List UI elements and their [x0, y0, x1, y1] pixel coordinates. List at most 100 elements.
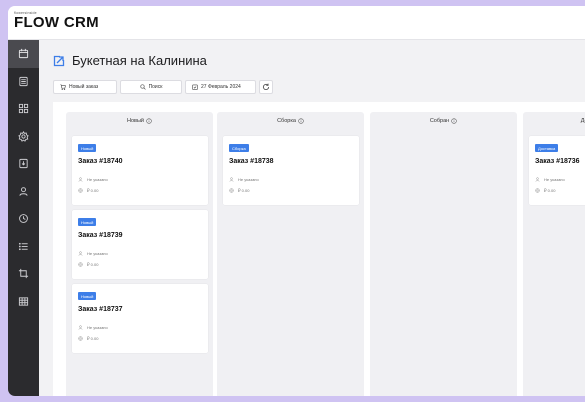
coin-icon: [78, 336, 83, 341]
crop-icon: [18, 269, 29, 279]
table-icon: [18, 297, 29, 306]
column-header: Собран: [370, 112, 517, 130]
customer-name: Не указано: [87, 325, 108, 330]
status-badge: Сборка: [229, 144, 249, 152]
kanban-column: Собран: [370, 112, 517, 396]
main-content: Букетная на Калинина Новый заказ Поиск 2…: [39, 40, 585, 396]
order-title: Заказ #18739: [78, 232, 123, 239]
search-button[interactable]: Поиск: [120, 80, 182, 94]
column-title: Сборка: [277, 118, 296, 124]
list-icon: [19, 76, 28, 86]
amount-row: ₽ 0.00: [78, 262, 98, 267]
logo[interactable]: flowersinside FLOW CRM: [14, 11, 99, 31]
amount-row: ₽ 0.00: [535, 188, 555, 193]
column-header: Сборка: [217, 112, 364, 130]
store-icon: [53, 55, 65, 66]
amount-row: ₽ 0.00: [78, 188, 98, 193]
status-badge: Доставка: [535, 144, 559, 152]
new-order-label: Новый заказ: [69, 84, 99, 90]
page-title: Букетная на Калинина: [72, 53, 207, 68]
status-badge: Новый: [78, 144, 97, 152]
order-title: Заказ #18737: [78, 306, 123, 313]
coin-icon: [78, 188, 83, 193]
kanban-board: Новый Новый Заказ #18740 Не указано ₽ 0.00 Но…: [53, 102, 585, 396]
sidebar-item-catalog[interactable]: [8, 95, 39, 123]
customer-row: Не указано: [78, 325, 108, 330]
sidebar-item-lists[interactable]: [8, 233, 39, 261]
coin-icon: [229, 188, 234, 193]
user-icon: [19, 186, 28, 196]
info-icon: [146, 118, 152, 124]
order-title: Заказ #18738: [229, 158, 274, 165]
sidebar: [8, 40, 39, 396]
order-amount: ₽ 0.00: [87, 188, 99, 193]
column-title: Доставка: [580, 118, 585, 124]
info-icon: [451, 118, 457, 124]
order-card[interactable]: Новый Заказ #18739 Не указано ₽ 0.00: [72, 210, 208, 279]
search-label: Поиск: [148, 84, 163, 90]
calendar-icon: [18, 49, 29, 59]
new-order-button[interactable]: Новый заказ: [53, 80, 117, 94]
date-picker[interactable]: 27 Февраль 2024: [185, 80, 256, 94]
customer-name: Не указано: [238, 177, 259, 182]
order-amount: ₽ 0.00: [544, 188, 556, 193]
customer-name: Не указано: [87, 177, 108, 182]
sidebar-item-calendar[interactable]: [8, 40, 39, 68]
order-title: Заказ #18740: [78, 158, 123, 165]
order-amount: ₽ 0.00: [87, 262, 99, 267]
order-amount: ₽ 0.00: [238, 188, 250, 193]
cart-icon: [60, 84, 66, 90]
coin-icon: [535, 188, 540, 193]
refresh-button[interactable]: [259, 80, 273, 94]
amount-row: ₽ 0.00: [229, 188, 249, 193]
refresh-icon: [262, 83, 270, 91]
export-icon: [19, 159, 28, 169]
amount-row: ₽ 0.00: [78, 336, 98, 341]
status-badge: Новый: [78, 218, 97, 226]
column-title: Новый: [127, 118, 144, 124]
app-window: flowersinside FLOW CRM Букетная на Калин…: [8, 6, 585, 396]
sidebar-item-orders[interactable]: [8, 68, 39, 96]
top-bar: flowersinside FLOW CRM: [8, 6, 585, 40]
person-icon: [229, 177, 234, 182]
sidebar-item-export[interactable]: [8, 150, 39, 178]
menu-list-icon: [18, 242, 28, 250]
sidebar-item-history[interactable]: [8, 205, 39, 233]
toolbar: Новый заказ Поиск 27 Февраль 2024: [53, 80, 276, 94]
kanban-column: Сборка Сборка Заказ #18738 Не указано ₽ 0.00: [217, 112, 364, 396]
gear-icon: [18, 130, 29, 142]
sidebar-item-reports[interactable]: [8, 288, 39, 316]
order-card[interactable]: Новый Заказ #18740 Не указано ₽ 0.00: [72, 136, 208, 205]
grid-icon: [18, 104, 29, 114]
order-title: Заказ #18736: [535, 158, 580, 165]
history-icon: [19, 214, 28, 224]
person-icon: [78, 177, 83, 182]
order-card[interactable]: Новый Заказ #18737 Не указано ₽ 0.00: [72, 284, 208, 353]
logo-title: FLOW CRM: [14, 14, 99, 31]
kanban-column: Новый Новый Заказ #18740 Не указано ₽ 0.00 Но…: [66, 112, 213, 396]
order-amount: ₽ 0.00: [87, 336, 99, 341]
sidebar-item-clients[interactable]: [8, 178, 39, 206]
kanban-column: Доставка Доставка Заказ #18736 Не указано ₽ …: [523, 112, 585, 396]
person-icon: [78, 251, 83, 256]
order-card[interactable]: Доставка Заказ #18736 Не указано ₽ 0.00: [529, 136, 585, 205]
sidebar-item-crop[interactable]: [8, 260, 39, 288]
column-header: Доставка: [523, 112, 585, 130]
order-card[interactable]: Сборка Заказ #18738 Не указано ₽ 0.00: [223, 136, 359, 205]
customer-row: Не указано: [535, 177, 565, 182]
search-icon: [140, 84, 146, 90]
person-icon: [78, 325, 83, 330]
status-badge: Новый: [78, 292, 97, 300]
date-label: 27 Февраль 2024: [201, 84, 241, 90]
customer-row: Не указано: [78, 251, 108, 256]
sidebar-item-settings[interactable]: [8, 123, 39, 151]
column-header: Новый: [66, 112, 213, 130]
calendar-check-icon: [192, 84, 198, 90]
page-header: Букетная на Калинина: [53, 53, 207, 68]
customer-row: Не указано: [229, 177, 259, 182]
customer-name: Не указано: [544, 177, 565, 182]
customer-name: Не указано: [87, 251, 108, 256]
column-title: Собран: [429, 118, 450, 124]
person-icon: [535, 177, 540, 182]
customer-row: Не указано: [78, 177, 108, 182]
